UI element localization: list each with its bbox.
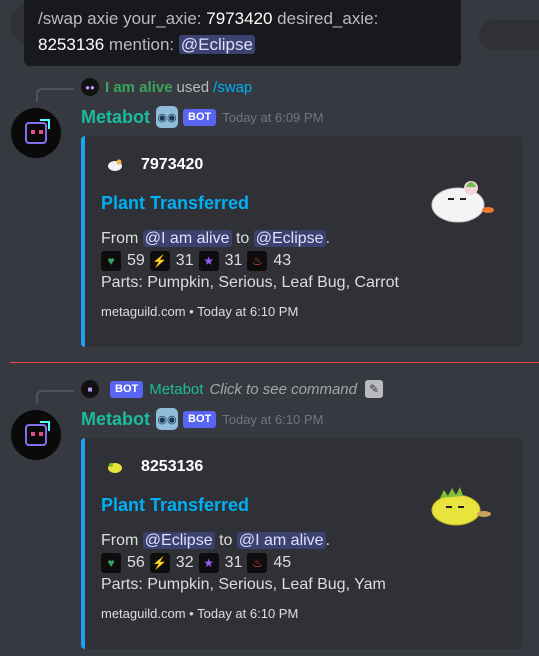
reply-bot-name[interactable]: Metabot (149, 381, 203, 398)
footer-time: Today at 6:10 PM (197, 304, 299, 319)
background-element (479, 20, 539, 50)
sentence-period: . (325, 532, 331, 549)
bot-face-icon (25, 119, 50, 144)
speed-lightning-icon: ⚡ (149, 553, 170, 573)
robot-icon: ◉◉ (156, 408, 178, 430)
stat-morale: 45 (273, 554, 292, 571)
bot-face-icon (25, 421, 50, 446)
user-avatar-icon: ●● (81, 78, 99, 96)
embed-footer: metaguild.com • Today at 6:10 PM (101, 304, 298, 319)
axie-thumbnail[interactable] (418, 160, 498, 240)
stats-row: ♥ 59 ⚡ 31 ★ 31 ♨ 43 (101, 250, 399, 272)
tooltip-command: /swap (38, 9, 83, 28)
reply-used-label: used (176, 78, 210, 96)
bot-badge: BOT (183, 108, 217, 126)
embed-title[interactable]: Plant Transferred (101, 495, 249, 516)
health-heart-icon: ♥ (101, 553, 121, 573)
axie-mini-icon (105, 157, 125, 173)
embed-description: From @I am alive to @Eclipse. ♥ 59 ⚡ 31 … (101, 228, 399, 294)
embed-author: 7973420 (105, 156, 203, 174)
bot-avatar[interactable] (11, 108, 61, 158)
sentence-period: . (325, 230, 331, 247)
from-label: From (101, 532, 139, 549)
stat-speed: 32 (175, 554, 194, 571)
reply-reference[interactable]: ■ BOT Metabot Click to see command ✎ (81, 380, 383, 398)
stat-skill: 31 (224, 252, 243, 269)
reply-bot-badge: BOT (110, 380, 144, 398)
axie-mini-icon (105, 459, 125, 475)
author-name[interactable]: Metabot (81, 409, 150, 430)
parts-text: Parts: Pumpkin, Serious, Leaf Bug, Yam (101, 576, 386, 593)
reply-line (36, 390, 74, 404)
speed-lightning-icon: ⚡ (149, 251, 170, 271)
reply-command[interactable]: /swap (213, 79, 252, 96)
embed-card: 8253136 Plant Transferred From @Eclipse … (81, 438, 522, 649)
bot-mini-avatar-icon: ■ (81, 380, 99, 398)
author-name[interactable]: Metabot (81, 107, 150, 128)
embed-footer: metaguild.com • Today at 6:10 PM (101, 606, 298, 621)
reply-username[interactable]: I am alive (105, 79, 173, 96)
tooltip-label-your-axie: your_axie: (123, 9, 202, 28)
bot-badge: BOT (183, 410, 217, 428)
skill-star-icon: ★ (198, 553, 219, 573)
robot-icon: ◉◉ (156, 106, 178, 128)
stat-skill: 31 (224, 554, 243, 571)
stat-speed: 31 (175, 252, 194, 269)
footer-time: Today at 6:10 PM (197, 606, 299, 621)
command-icon[interactable]: ✎ (365, 380, 383, 398)
reply-line (36, 88, 74, 102)
to-mention[interactable]: @I am alive (236, 532, 326, 549)
health-heart-icon: ♥ (101, 251, 121, 271)
tooltip-label-axie: axie (87, 9, 119, 28)
to-label: to (219, 532, 233, 549)
embed-card: 7973420 Plant Transferred From @I am ali… (81, 136, 522, 347)
stat-health: 59 (127, 252, 145, 269)
embed-title[interactable]: Plant Transferred (101, 193, 249, 214)
tooltip-label-desired-axie: desired_axie: (277, 9, 379, 28)
embed-author-name: 7973420 (141, 156, 204, 173)
message-header: Metabot ◉◉ BOT Today at 6:09 PM (81, 106, 323, 128)
from-mention[interactable]: @Eclipse (142, 532, 215, 549)
to-label: to (235, 230, 250, 247)
bot-avatar[interactable] (11, 410, 61, 460)
morale-flame-icon: ♨ (247, 251, 268, 271)
embed-author: 8253136 (105, 458, 203, 476)
from-label: From (101, 230, 139, 247)
skill-star-icon: ★ (198, 251, 219, 271)
morale-flame-icon: ♨ (247, 553, 268, 573)
tooltip-your-axie-value: 7973420 (206, 9, 273, 28)
footer-separator: • (189, 304, 194, 319)
embed-author-name: 8253136 (141, 458, 204, 475)
axie-thumbnail[interactable] (418, 462, 498, 542)
message-timestamp: Today at 6:09 PM (222, 109, 324, 125)
tooltip-desired-axie-value: 8253136 (38, 35, 105, 54)
reply-reference[interactable]: ●● I am alive used /swap (81, 78, 252, 96)
click-to-see-command[interactable]: Click to see command (209, 381, 357, 398)
command-tooltip: /swap axie your_axie: 7973420 desired_ax… (24, 0, 461, 66)
embed-description: From @Eclipse to @I am alive. ♥ 56 ⚡ 32 … (101, 530, 386, 596)
message-timestamp: Today at 6:10 PM (222, 411, 324, 427)
from-mention[interactable]: @I am alive (142, 230, 232, 247)
parts-text: Parts: Pumpkin, Serious, Leaf Bug, Carro… (101, 274, 399, 291)
stat-morale: 43 (273, 252, 292, 269)
footer-site: metaguild.com (101, 304, 186, 319)
footer-site: metaguild.com (101, 606, 186, 621)
stats-row: ♥ 56 ⚡ 32 ★ 31 ♨ 45 (101, 552, 386, 574)
to-mention[interactable]: @Eclipse (253, 230, 326, 247)
message-header: Metabot ◉◉ BOT Today at 6:10 PM (81, 408, 323, 430)
footer-separator: • (189, 606, 194, 621)
tooltip-mention-value[interactable]: @Eclipse (178, 35, 255, 54)
new-messages-divider (10, 362, 539, 363)
stat-health: 56 (127, 554, 145, 571)
tooltip-label-mention: mention: (108, 35, 175, 54)
